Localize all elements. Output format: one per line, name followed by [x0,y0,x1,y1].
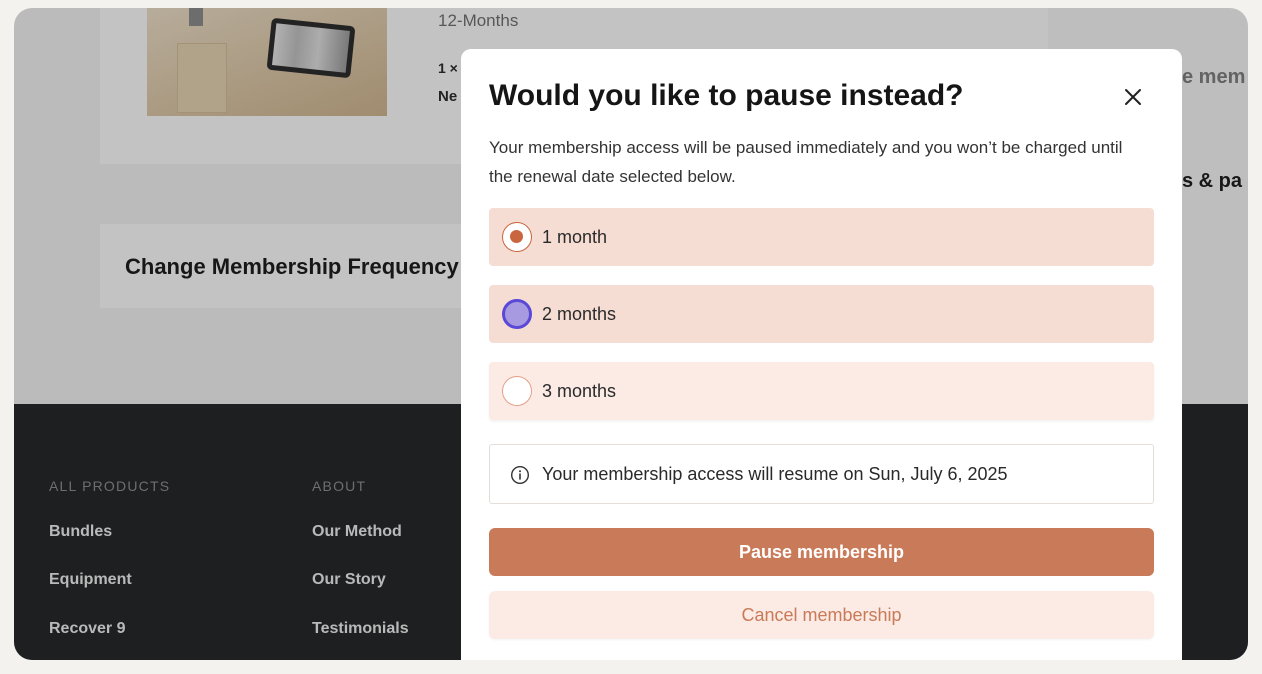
cancel-membership-button[interactable]: Cancel membership [489,591,1154,639]
option-label: 1 month [542,226,608,247]
app-frame: 12-Months 1 × Ne Change Membership Frequ… [14,8,1248,660]
pause-option-2-months[interactable]: 2 months [489,285,1154,343]
close-button[interactable] [1119,83,1147,111]
pause-option-3-months[interactable]: 3 months [489,362,1154,420]
dialog-description: Your membership access will be paused im… [489,138,1123,186]
pause-option-1-month[interactable]: 1 month [489,208,1154,266]
resume-date-text: Your membership access will resume on Su… [542,463,1008,484]
radio-1-month[interactable] [502,222,532,252]
radio-2-months[interactable] [502,299,532,329]
option-label: 3 months [542,380,617,401]
pause-membership-button[interactable]: Pause membership [489,528,1154,576]
resume-date-notice: Your membership access will resume on Su… [489,444,1154,504]
radio-3-months[interactable] [502,376,532,406]
close-icon [1125,89,1141,105]
option-label: 2 months [542,303,617,324]
dialog-title: Would you like to pause instead? [489,79,964,112]
info-icon [510,465,530,485]
pause-membership-dialog: Would you like to pause instead? Your me… [461,49,1182,660]
